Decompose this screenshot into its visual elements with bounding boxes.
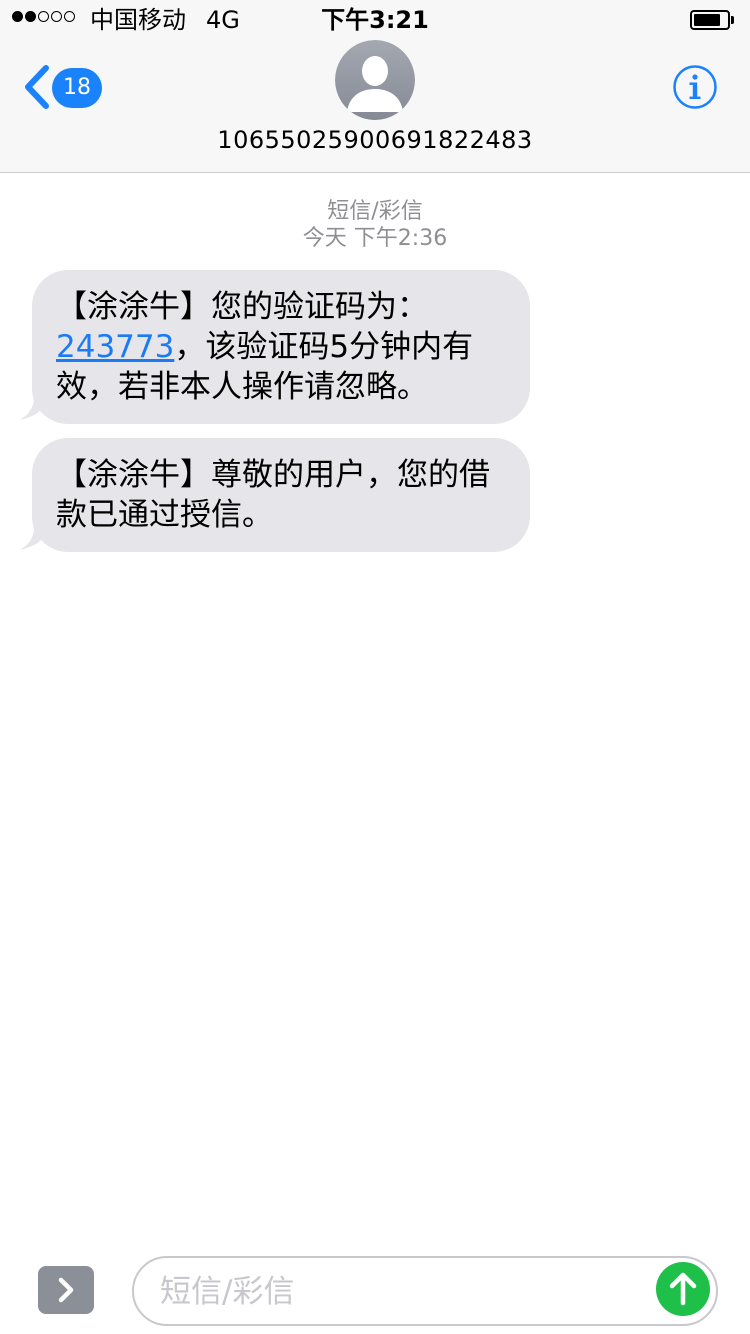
message-timestamp: 今天 下午2:36 bbox=[302, 226, 448, 251]
unread-count-badge: 18 bbox=[52, 68, 102, 108]
sender-number[interactable]: 10655025900691822483 bbox=[0, 124, 750, 156]
contact-avatar[interactable] bbox=[335, 40, 415, 120]
chevron-right-icon bbox=[58, 1277, 74, 1303]
status-time: 下午3:21 bbox=[321, 6, 429, 34]
message-input-bar bbox=[0, 1240, 750, 1334]
status-bar: 中国移动 4G 下午3:21 bbox=[0, 0, 750, 40]
conversation-timestamp-header: 短信/彩信 今天 下午2:36 bbox=[0, 198, 750, 252]
back-button[interactable]: 18 bbox=[18, 60, 108, 114]
message-field[interactable] bbox=[132, 1256, 718, 1326]
message-text: 【涂涂牛】尊敬的用户，您的借款已通过授信。 bbox=[56, 457, 490, 533]
message-bubble[interactable]: 【涂涂牛】您的验证码为： 243773，该验证码5分钟内有效，若非本人操作请忽略… bbox=[32, 270, 530, 424]
service-label: 短信/彩信 bbox=[327, 199, 423, 224]
verification-code-link[interactable]: 243773 bbox=[56, 329, 174, 365]
send-button[interactable] bbox=[656, 1262, 710, 1316]
person-silhouette-icon bbox=[335, 40, 415, 120]
battery-icon bbox=[690, 10, 734, 30]
info-icon bbox=[673, 65, 717, 109]
message-bubble[interactable]: 【涂涂牛】尊敬的用户，您的借款已通过授信。 bbox=[32, 438, 530, 552]
chevron-left-icon bbox=[25, 65, 49, 109]
message-text: 【涂涂牛】您的验证码为： bbox=[56, 289, 428, 325]
arrow-up-icon bbox=[669, 1272, 697, 1306]
info-button[interactable] bbox=[672, 64, 718, 110]
expand-apps-button[interactable] bbox=[38, 1266, 94, 1314]
message-input[interactable] bbox=[158, 1268, 632, 1316]
